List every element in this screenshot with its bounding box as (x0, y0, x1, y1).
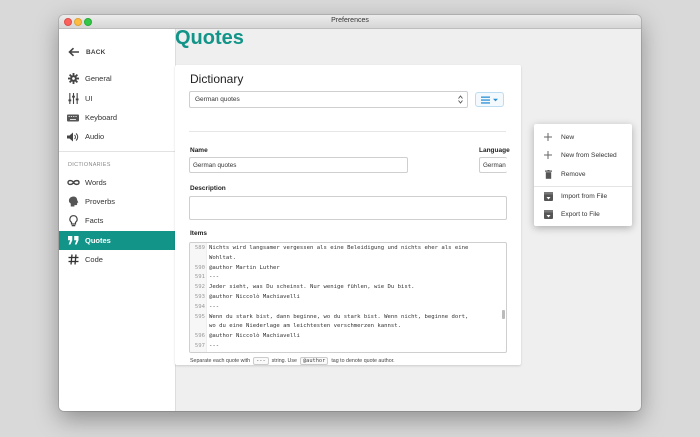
editor-line: 594 --- (194, 303, 220, 310)
hint-author-code: @author (299, 357, 329, 365)
menu-item-label: New (561, 133, 575, 141)
sidebar-item-label: Audio (85, 132, 105, 141)
sidebar-item-label: Proverbs (85, 197, 116, 206)
title-bar: Preferences (59, 15, 641, 29)
card-divider (189, 131, 506, 132)
sidebar-item-label: Quotes (85, 236, 111, 245)
menu-item-label: Export to File (561, 210, 600, 218)
menu-item-import-from-file[interactable]: Import from File (534, 187, 632, 205)
sidebar-item-label: Code (85, 255, 103, 264)
sidebar-item-quotes[interactable]: Quotes (59, 231, 176, 250)
sidebar-item-words[interactable]: Words (59, 173, 176, 192)
menu-item-label: New from Selected (561, 151, 617, 159)
menu-item-label: Remove (561, 170, 586, 178)
menu-item-remove[interactable]: Remove (534, 165, 632, 183)
editor-scrollbar[interactable] (502, 310, 505, 319)
menu-icon (480, 96, 498, 104)
speaker-icon (66, 130, 80, 144)
dictionary-actions-menu: New New from Selected Remove Import from… (534, 124, 632, 226)
sidebar-item-general[interactable]: General (59, 69, 176, 88)
name-label: Name (190, 147, 208, 154)
editor-line: 595 Wenn du stark bist, dann beginne, wo … (194, 313, 469, 320)
language-field-value: German (483, 161, 506, 169)
dictionaries-section-label: DICTIONARIES (68, 162, 111, 168)
hint-text: tag to denote quote author. (331, 358, 395, 364)
sidebar-item-ui[interactable]: UI (59, 89, 176, 108)
sidebar-item-label: Words (85, 178, 107, 187)
sidebar-item-label: UI (85, 94, 93, 103)
dictionary-card: Dictionary German quotes Name German quo… (175, 65, 521, 365)
editor-line: wo du eine Niederlage am leichtesten ver… (209, 323, 401, 330)
import-icon (543, 191, 553, 201)
menu-item-label: Import from File (561, 192, 608, 200)
editor-line: 596 @author Niccolò Machiavelli (194, 333, 300, 340)
sidebar-divider (59, 151, 176, 152)
sidebar-item-audio[interactable]: Audio (59, 127, 176, 146)
card-title: Dictionary (190, 72, 244, 86)
items-editor[interactable]: 589 Nichts wird langsamer vergessen als e… (189, 242, 507, 353)
lightbulb-icon (66, 214, 80, 228)
sidebar-item-facts[interactable]: Facts (59, 211, 176, 230)
language-label: Language (479, 147, 510, 154)
select-arrows-icon (458, 95, 463, 106)
sidebar-item-label: Keyboard (85, 113, 118, 122)
brain-icon (66, 195, 80, 209)
name-field[interactable]: German quotes (189, 157, 408, 173)
menu-item-export-to-file[interactable]: Export to File (534, 205, 632, 223)
sidebar-item-code[interactable]: Code (59, 250, 176, 269)
trash-icon (543, 169, 553, 179)
items-label: Items (190, 230, 207, 237)
editor-line: 593 @author Niccolò Machiavelli (194, 294, 300, 300)
export-icon (543, 209, 553, 219)
arrow-left-icon (68, 47, 79, 57)
dictionary-select-value: German quotes (195, 96, 240, 103)
hint-text: string. Use (271, 358, 297, 364)
description-label: Description (190, 185, 226, 192)
menu-item-new-from-selected[interactable]: New from Selected (534, 146, 632, 164)
hint-text: Separate each quote with (190, 358, 251, 364)
editor-line: 597 --- (194, 343, 220, 349)
menu-item-new[interactable]: New (534, 128, 632, 146)
items-hint: Separate each quote with --- string. Use… (190, 357, 395, 365)
infinity-icon (66, 176, 80, 190)
sliders-icon (66, 92, 80, 106)
hint-separator-code: --- (253, 357, 269, 365)
plus-icon (543, 132, 553, 142)
editor-line: 592 Jeder sieht, was Du scheinst. Nur wen… (194, 284, 415, 291)
page-title: Quotes (175, 27, 244, 49)
back-button[interactable]: BACK (68, 44, 106, 60)
description-field[interactable] (189, 196, 507, 220)
editor-line: 591 --- (194, 274, 220, 281)
hash-icon (66, 253, 80, 267)
sidebar-item-keyboard[interactable]: Keyboard (59, 108, 176, 127)
editor-line: Wohltat. (209, 254, 236, 261)
sidebar-item-label: General (85, 74, 112, 83)
editor-line: 589 Nichts wird langsamer vergessen als e… (194, 245, 469, 251)
language-field[interactable]: German (479, 157, 507, 173)
window-title: Preferences (331, 17, 369, 24)
dictionary-menu-button[interactable] (475, 92, 504, 107)
gear-icon (66, 72, 80, 86)
dictionary-select[interactable]: German quotes (189, 91, 468, 108)
keyboard-icon (66, 111, 80, 125)
plus-icon (543, 150, 553, 160)
quote-icon (66, 234, 80, 248)
name-field-value: German quotes (193, 161, 237, 169)
back-label: BACK (86, 48, 106, 56)
sidebar-item-proverbs[interactable]: Proverbs (59, 192, 176, 211)
editor-line: 590 @author Martin Luther (194, 264, 280, 271)
sidebar: BACK General UI Keyboard Audio DICTIONAR… (59, 29, 176, 411)
sidebar-item-label: Facts (85, 216, 104, 225)
